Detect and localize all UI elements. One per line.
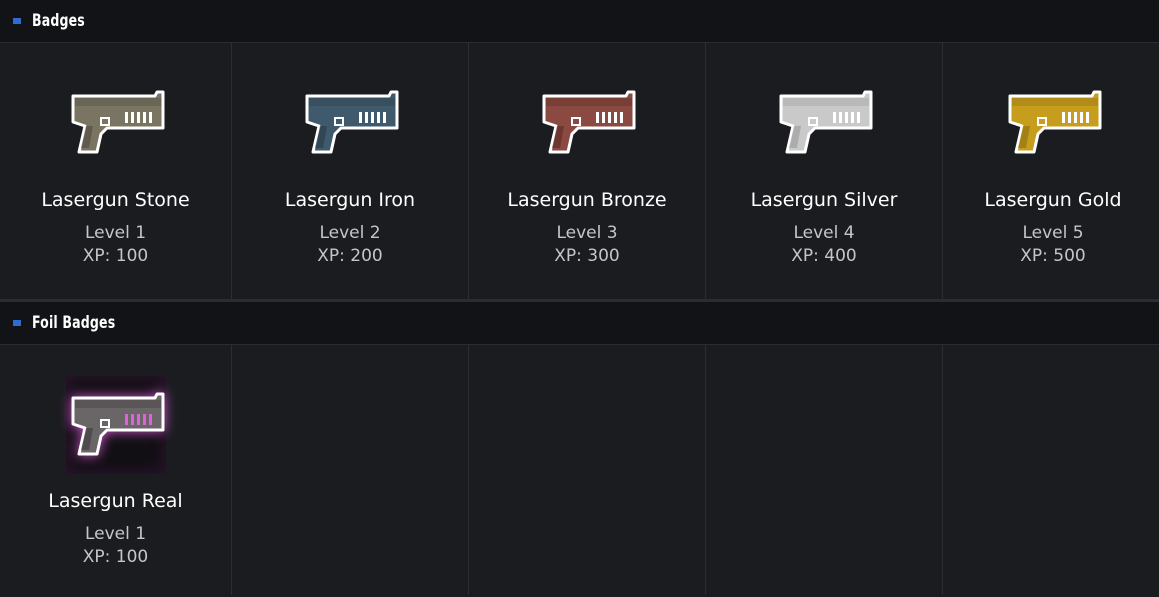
badge-name: Lasergun Gold [984,189,1122,211]
badge-name: Lasergun Iron [284,189,416,211]
lasergun-icon [537,83,637,163]
lasergun-icon [774,83,874,163]
badge-xp: XP: 100 [82,246,149,266]
lasergun-icon [1003,83,1103,163]
foil-badges-section: Foil Badges Lasergun Real Level 1 XP: 10… [0,302,1159,595]
lasergun-foil-icon [65,376,166,474]
section-title: Foil Badges [32,313,116,333]
badge-level: Level 4 [793,223,855,243]
badge-meta: Level 2 XP: 200 [317,222,382,268]
badge-name: Lasergun Bronze [507,189,667,211]
section-marker [13,320,21,326]
empty-slot [469,345,705,595]
badge-name: Lasergun Stone [41,189,190,211]
badge-card[interactable]: Lasergun Bronze Level 3 XP: 300 [469,43,705,299]
lasergun-icon [300,83,400,163]
lasergun-icon [66,83,166,163]
badges-section: Badges Lasergun Stone Level 1 XP: 100 La… [0,0,1159,302]
section-header-foil-badges: Foil Badges [0,302,1159,345]
badge-name: Lasergun Silver [750,189,898,211]
badge-card[interactable]: Lasergun Gold Level 5 XP: 500 [943,43,1159,299]
section-header-badges: Badges [0,0,1159,43]
badge-xp: XP: 300 [554,246,620,266]
badge-card[interactable]: Lasergun Stone Level 1 XP: 100 [0,43,231,299]
badge-card[interactable]: Lasergun Iron Level 2 XP: 200 [232,43,468,299]
badge-level: Level 1 [84,223,147,243]
badge-meta: Level 1 XP: 100 [83,523,148,569]
badge-level: Level 1 [84,524,147,544]
empty-slot [943,345,1159,595]
badge-name: Lasergun Real [48,490,183,512]
badge-level: Level 3 [556,223,618,243]
badge-meta: Level 5 XP: 500 [1020,222,1085,268]
section-marker [13,18,21,24]
badge-grid: Lasergun Stone Level 1 XP: 100 Lasergun … [0,43,1159,302]
badge-card[interactable]: Lasergun Real Level 1 XP: 100 [0,345,231,595]
empty-slot [232,345,468,595]
badge-meta: Level 4 XP: 400 [791,222,856,268]
badge-xp: XP: 200 [317,246,383,266]
section-title: Badges [32,11,85,31]
foil-badge-grid: Lasergun Real Level 1 XP: 100 [0,345,1159,595]
badge-level: Level 5 [1022,223,1084,243]
badge-xp: XP: 500 [1020,246,1086,266]
badge-level: Level 2 [319,223,381,243]
badge-xp: XP: 400 [791,246,857,266]
empty-slot [706,345,942,595]
badge-meta: Level 1 XP: 100 [83,222,148,268]
badge-card[interactable]: Lasergun Silver Level 4 XP: 400 [706,43,942,299]
badge-xp: XP: 100 [82,547,149,567]
badge-meta: Level 3 XP: 300 [554,222,619,268]
